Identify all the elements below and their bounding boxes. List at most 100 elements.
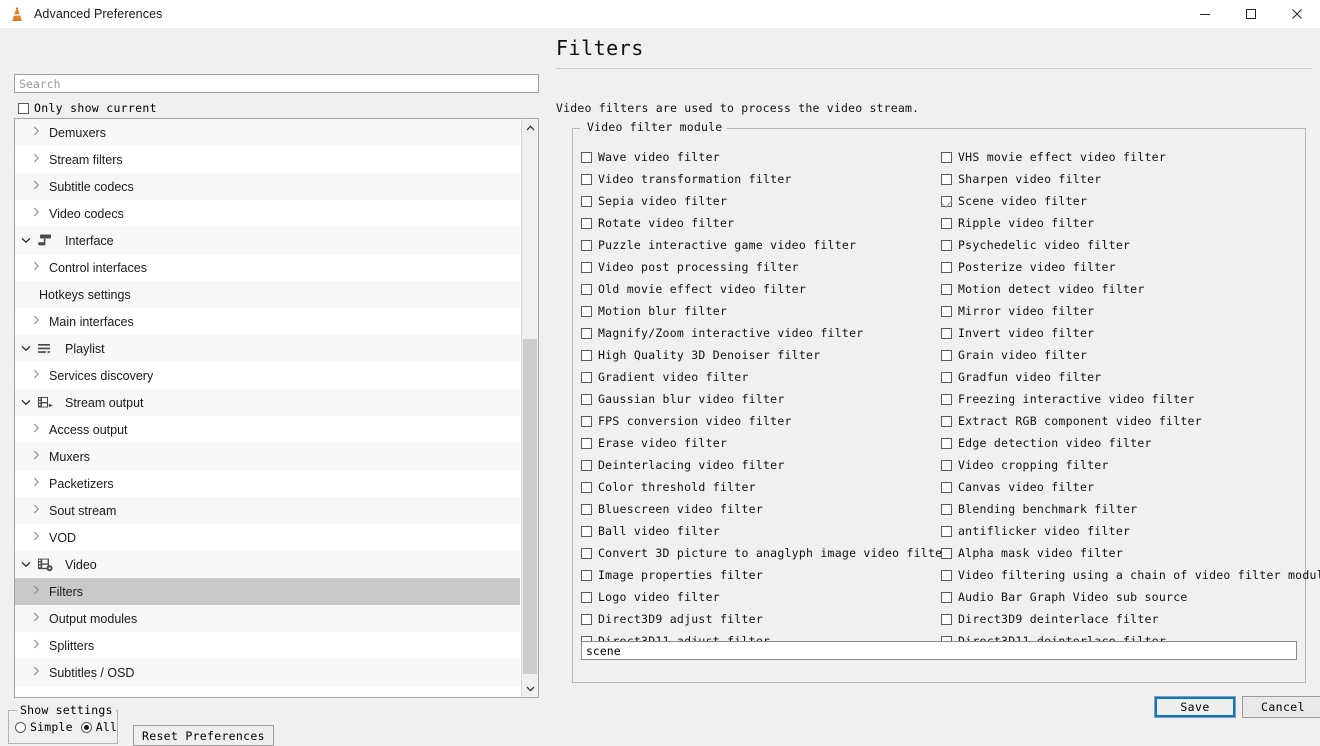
sidebar-item-filters[interactable]: Filters [15, 578, 520, 605]
chevron-down-icon[interactable] [15, 559, 37, 571]
chevron-right-icon[interactable] [25, 207, 47, 220]
filter-checkbox-image-properties-filter[interactable]: Image properties filter [581, 564, 941, 586]
filter-checkbox-scene-video-filter[interactable]: Scene video filter [941, 190, 1320, 212]
sidebar-item-packetizers[interactable]: Packetizers [15, 470, 520, 497]
chevron-right-icon[interactable] [25, 126, 47, 139]
filter-checkbox-extract-rgb-component-video-filter[interactable]: Extract RGB component video filter [941, 410, 1320, 432]
chevron-right-icon[interactable] [25, 315, 47, 328]
sidebar-item-hotkeys-settings[interactable]: Hotkeys settings [15, 281, 520, 308]
chevron-down-icon[interactable] [15, 397, 37, 409]
sidebar-item-access-output[interactable]: Access output [15, 416, 520, 443]
filter-checkbox-vhs-movie-effect-video-filter[interactable]: VHS movie effect video filter [941, 146, 1320, 168]
filter-checkbox-audio-bar-graph-video-sub-source[interactable]: Audio Bar Graph Video sub source [941, 586, 1320, 608]
sidebar-item-services-discovery[interactable]: Services discovery [15, 362, 520, 389]
chevron-down-icon[interactable] [15, 235, 37, 247]
cancel-button[interactable]: Cancel [1242, 696, 1320, 718]
scrollbar-thumb[interactable] [523, 339, 537, 674]
sidebar-item-video[interactable]: Video [15, 551, 520, 578]
filter-checkbox-psychedelic-video-filter[interactable]: Psychedelic video filter [941, 234, 1320, 256]
filter-checkbox-color-threshold-filter[interactable]: Color threshold filter [581, 476, 941, 498]
only-show-current-checkbox[interactable]: Only show current [18, 101, 157, 115]
scroll-down-arrow[interactable] [522, 680, 538, 697]
chevron-right-icon[interactable] [25, 423, 47, 436]
sidebar-item-control-interfaces[interactable]: Control interfaces [15, 254, 520, 281]
filter-checkbox-convert-3d-picture-to-anaglyph-image-video-filter[interactable]: Convert 3D picture to anaglyph image vid… [581, 542, 949, 564]
filter-checkbox-edge-detection-video-filter[interactable]: Edge detection video filter [941, 432, 1320, 454]
filter-checkbox-logo-video-filter[interactable]: Logo video filter [581, 586, 941, 608]
filter-checkbox-motion-blur-filter[interactable]: Motion blur filter [581, 300, 941, 322]
filter-checkbox-high-quality-3d-denoiser-filter[interactable]: High Quality 3D Denoiser filter [581, 344, 941, 366]
sidebar-item-demuxers[interactable]: Demuxers [15, 119, 520, 146]
filter-checkbox-magnify-zoom-interactive-video-filter[interactable]: Magnify/Zoom interactive video filter [581, 322, 941, 344]
filter-checkbox-posterize-video-filter[interactable]: Posterize video filter [941, 256, 1320, 278]
filter-checkbox-puzzle-interactive-game-video-filter[interactable]: Puzzle interactive game video filter [581, 234, 941, 256]
chevron-right-icon[interactable] [25, 369, 47, 382]
tree-scrollbar[interactable] [521, 119, 538, 697]
filter-checkbox-alpha-mask-video-filter[interactable]: Alpha mask video filter [941, 542, 1320, 564]
sidebar-item-muxers[interactable]: Muxers [15, 443, 520, 470]
sidebar-item-vod[interactable]: VOD [15, 524, 520, 551]
filter-checkbox-gradfun-video-filter[interactable]: Gradfun video filter [941, 366, 1320, 388]
filter-checkbox-video-post-processing-filter[interactable]: Video post processing filter [581, 256, 941, 278]
filter-checkbox-canvas-video-filter[interactable]: Canvas video filter [941, 476, 1320, 498]
filter-checkbox-mirror-video-filter[interactable]: Mirror video filter [941, 300, 1320, 322]
radio-simple[interactable]: Simple [15, 720, 73, 734]
sidebar-item-sout-stream[interactable]: Sout stream [15, 497, 520, 524]
chevron-right-icon[interactable] [25, 531, 47, 544]
filter-checkbox-sharpen-video-filter[interactable]: Sharpen video filter [941, 168, 1320, 190]
filter-checkbox-erase-video-filter[interactable]: Erase video filter [581, 432, 941, 454]
filter-checkbox-rotate-video-filter[interactable]: Rotate video filter [581, 212, 941, 234]
filter-checkbox-invert-video-filter[interactable]: Invert video filter [941, 322, 1320, 344]
save-button[interactable]: Save [1154, 696, 1236, 718]
close-button[interactable] [1274, 0, 1320, 28]
filter-checkbox-fps-conversion-video-filter[interactable]: FPS conversion video filter [581, 410, 941, 432]
chevron-right-icon[interactable] [25, 504, 47, 517]
sidebar-item-subtitle-codecs[interactable]: Subtitle codecs [15, 173, 520, 200]
chevron-right-icon[interactable] [25, 585, 47, 598]
filter-checkbox-sepia-video-filter[interactable]: Sepia video filter [581, 190, 941, 212]
filter-checkbox-video-transformation-filter[interactable]: Video transformation filter [581, 168, 941, 190]
filter-checkbox-ripple-video-filter[interactable]: Ripple video filter [941, 212, 1320, 234]
filter-checkbox-wave-video-filter[interactable]: Wave video filter [581, 146, 941, 168]
chevron-right-icon[interactable] [25, 666, 47, 679]
sidebar-item-playlist[interactable]: Playlist [15, 335, 520, 362]
scroll-up-arrow[interactable] [522, 119, 538, 136]
filter-checkbox-motion-detect-video-filter[interactable]: Motion detect video filter [941, 278, 1320, 300]
filter-checkbox-antiflicker-video-filter[interactable]: antiflicker video filter [941, 520, 1320, 542]
chevron-right-icon[interactable] [25, 261, 47, 274]
sidebar-item-video-codecs[interactable]: Video codecs [15, 200, 520, 227]
filter-checkbox-gradient-video-filter[interactable]: Gradient video filter [581, 366, 941, 388]
filter-checkbox-direct3d9-adjust-filter[interactable]: Direct3D9 adjust filter [581, 608, 941, 630]
chevron-right-icon[interactable] [25, 153, 47, 166]
filter-checkbox-deinterlacing-video-filter[interactable]: Deinterlacing video filter [581, 454, 941, 476]
sidebar-item-main-interfaces[interactable]: Main interfaces [15, 308, 520, 335]
filter-checkbox-video-filtering-using-a-chain-of-video-filter-modules[interactable]: Video filtering using a chain of video f… [941, 564, 1320, 586]
filter-string-input[interactable] [581, 641, 1297, 660]
filter-checkbox-old-movie-effect-video-filter[interactable]: Old movie effect video filter [581, 278, 941, 300]
chevron-right-icon[interactable] [25, 180, 47, 193]
chevron-right-icon[interactable] [25, 477, 47, 490]
filter-checkbox-direct3d9-deinterlace-filter[interactable]: Direct3D9 deinterlace filter [941, 608, 1320, 630]
search-input[interactable] [14, 74, 539, 93]
filter-checkbox-bluescreen-video-filter[interactable]: Bluescreen video filter [581, 498, 941, 520]
sidebar-item-subtitles-osd[interactable]: Subtitles / OSD [15, 659, 520, 686]
chevron-right-icon[interactable] [25, 450, 47, 463]
chevron-right-icon[interactable] [25, 639, 47, 652]
chevron-down-icon[interactable] [15, 343, 37, 355]
filter-checkbox-freezing-interactive-video-filter[interactable]: Freezing interactive video filter [941, 388, 1320, 410]
sidebar-item-output-modules[interactable]: Output modules [15, 605, 520, 632]
sidebar-item-interface[interactable]: Interface [15, 227, 520, 254]
filter-checkbox-grain-video-filter[interactable]: Grain video filter [941, 344, 1320, 366]
filter-checkbox-ball-video-filter[interactable]: Ball video filter [581, 520, 941, 542]
sidebar-item-splitters[interactable]: Splitters [15, 632, 520, 659]
filter-checkbox-blending-benchmark-filter[interactable]: Blending benchmark filter [941, 498, 1320, 520]
reset-preferences-button[interactable]: Reset Preferences [133, 725, 274, 746]
chevron-right-icon[interactable] [25, 612, 47, 625]
filter-checkbox-gaussian-blur-video-filter[interactable]: Gaussian blur video filter [581, 388, 941, 410]
minimize-button[interactable] [1182, 0, 1228, 28]
filter-checkbox-video-cropping-filter[interactable]: Video cropping filter [941, 454, 1320, 476]
radio-all[interactable]: All [80, 720, 117, 734]
maximize-button[interactable] [1228, 0, 1274, 28]
sidebar-item-stream-output[interactable]: Stream output [15, 389, 520, 416]
sidebar-item-stream-filters[interactable]: Stream filters [15, 146, 520, 173]
